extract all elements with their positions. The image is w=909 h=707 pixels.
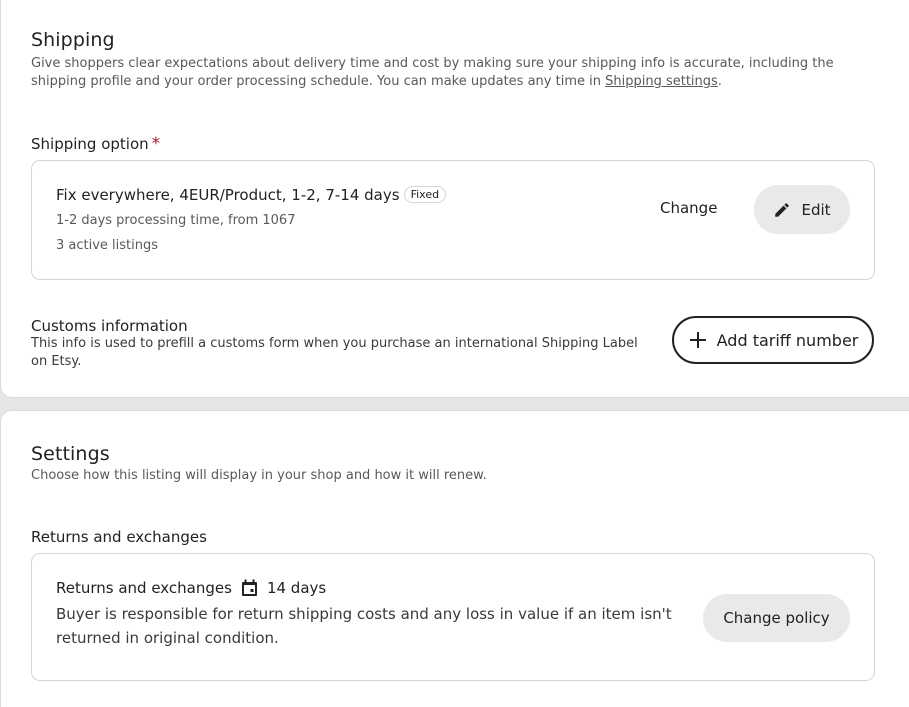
shipping-description-suffix: . (717, 74, 722, 89)
shipping-settings-link[interactable]: Shipping settings (605, 74, 718, 89)
change-policy-button[interactable]: Change policy (703, 594, 850, 642)
shipping-option-label: Shipping option * (31, 134, 160, 154)
returns-policy-title: Returns and exchanges 14 days (56, 579, 326, 597)
shipping-title: Shipping (31, 29, 115, 51)
customs-title: Customs information (31, 317, 188, 335)
returns-policy-name: Returns and exchanges (56, 579, 232, 597)
shipping-option-card: Fix everywhere, 4EUR/Product, 1-2, 7-14 … (31, 160, 875, 280)
active-listings-count: 3 active listings (56, 238, 159, 253)
calendar-icon (241, 579, 258, 597)
shipping-section: Shipping Give shoppers clear expectation… (0, 0, 909, 398)
settings-description: Choose how this listing will display in … (31, 468, 487, 483)
required-marker: * (151, 134, 161, 154)
returns-policy-card: Returns and exchanges 14 days Buyer is r… (31, 553, 875, 681)
add-tariff-number-button[interactable]: Add tariff number (672, 316, 874, 364)
change-shipping-button[interactable]: Change (660, 199, 717, 217)
edit-button-label: Edit (801, 200, 831, 219)
settings-title: Settings (31, 443, 110, 465)
add-tariff-label: Add tariff number (716, 330, 859, 350)
customs-description: This info is used to prefill a customs f… (31, 336, 638, 369)
shipping-option-label-text: Shipping option (31, 135, 149, 153)
returns-policy-body: Buyer is responsible for return shipping… (56, 605, 672, 647)
processing-time: 1-2 days processing time, from 1067 (56, 213, 296, 228)
settings-section: Settings Choose how this listing will di… (0, 410, 909, 707)
plus-icon (688, 330, 708, 350)
shipping-profile-name: Fix everywhere, 4EUR/Product, 1-2, 7-14 … (56, 186, 400, 204)
pencil-icon (773, 201, 791, 219)
returns-label: Returns and exchanges (31, 528, 207, 546)
shipping-description: Give shoppers clear expectations about d… (31, 55, 881, 91)
edit-shipping-button[interactable]: Edit (754, 185, 850, 234)
shipping-profile-title: Fix everywhere, 4EUR/Product, 1-2, 7-14 … (56, 186, 447, 204)
return-window-days: 14 days (266, 579, 327, 597)
fixed-badge: Fixed (403, 186, 447, 203)
